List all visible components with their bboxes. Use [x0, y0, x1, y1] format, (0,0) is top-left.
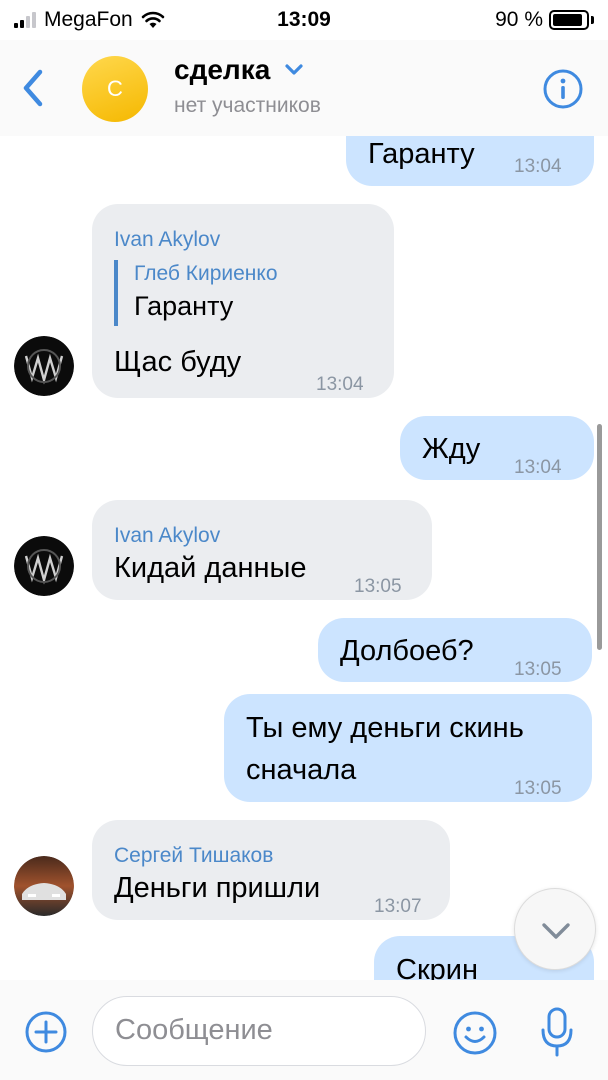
- message-time: 13:05: [514, 659, 562, 680]
- battery-icon: [549, 10, 589, 30]
- message-input-placeholder: Сообщение: [115, 1014, 273, 1046]
- message-time: 13:04: [316, 374, 364, 395]
- message-time: 13:07: [374, 896, 422, 917]
- chat-header: C сделка нет участников: [0, 40, 608, 136]
- microphone-icon[interactable]: [540, 1006, 574, 1058]
- message-text: Гаранту: [368, 138, 475, 170]
- battery: 90 %: [495, 8, 594, 32]
- sender-avatar[interactable]: [14, 336, 74, 396]
- chat-title[interactable]: сделка: [174, 54, 304, 86]
- message-text: Кидай данные: [114, 552, 307, 584]
- battery-percent: 90 %: [495, 8, 543, 31]
- message-time: 13:05: [514, 778, 562, 799]
- message-text: Долбоеб?: [340, 635, 474, 667]
- message-text: Деньги пришли: [114, 872, 321, 904]
- sender-avatar[interactable]: [14, 856, 74, 916]
- message-outgoing[interactable]: Гаранту 13:04: [346, 136, 594, 186]
- message-text: Скрин: [396, 954, 478, 980]
- message-outgoing[interactable]: Ты ему деньги скинь сначала 13:05: [224, 694, 592, 802]
- message-text-line: Ты ему деньги скинь: [246, 712, 524, 744]
- message-time: 13:05: [354, 576, 402, 597]
- chat-subtitle: нет участников: [174, 94, 321, 117]
- chat-title-text: сделка: [174, 54, 271, 85]
- emoji-icon[interactable]: [452, 1010, 498, 1056]
- status-bar: MegaFon 13:09 90 %: [0, 0, 608, 40]
- message-input[interactable]: Сообщение: [92, 996, 426, 1066]
- reply-text: Гаранту: [134, 291, 234, 321]
- plus-icon[interactable]: [24, 1010, 68, 1054]
- reply-quote[interactable]: Глеб Кириенко Гаранту: [114, 260, 278, 326]
- info-icon[interactable]: [542, 68, 584, 110]
- message-text-line: сначала: [246, 754, 357, 786]
- sender-avatar[interactable]: [14, 536, 74, 596]
- message-time: 13:04: [514, 457, 562, 478]
- message-text: Щас буду: [114, 346, 242, 378]
- message-incoming[interactable]: Сергей Тишаков Деньги пришли 13:07: [92, 820, 450, 920]
- message-list[interactable]: Гаранту 13:04 Ivan Akylov Глеб Кириенко …: [0, 136, 608, 980]
- message-outgoing[interactable]: Жду 13:04: [400, 416, 594, 480]
- back-chevron-icon[interactable]: [14, 64, 54, 112]
- chevron-down-icon: [285, 64, 303, 75]
- message-time: 13:04: [514, 156, 562, 177]
- message-author[interactable]: Ivan Akylov: [114, 220, 220, 260]
- message-composer: Сообщение: [0, 980, 608, 1080]
- message-incoming[interactable]: Ivan Akylov Глеб Кириенко Гаранту Щас бу…: [92, 204, 394, 398]
- message-outgoing[interactable]: Долбоеб? 13:05: [318, 618, 592, 682]
- scrollbar[interactable]: [597, 424, 602, 650]
- chat-avatar-letter: C: [107, 76, 123, 101]
- chat-avatar[interactable]: C: [82, 56, 148, 122]
- scroll-to-bottom-button[interactable]: [514, 888, 596, 970]
- message-incoming[interactable]: Ivan Akylov Кидай данные 13:05: [92, 500, 432, 600]
- message-text: Жду: [422, 433, 481, 465]
- chevron-down-icon: [542, 923, 570, 939]
- reply-author: Глеб Кириенко: [134, 262, 278, 285]
